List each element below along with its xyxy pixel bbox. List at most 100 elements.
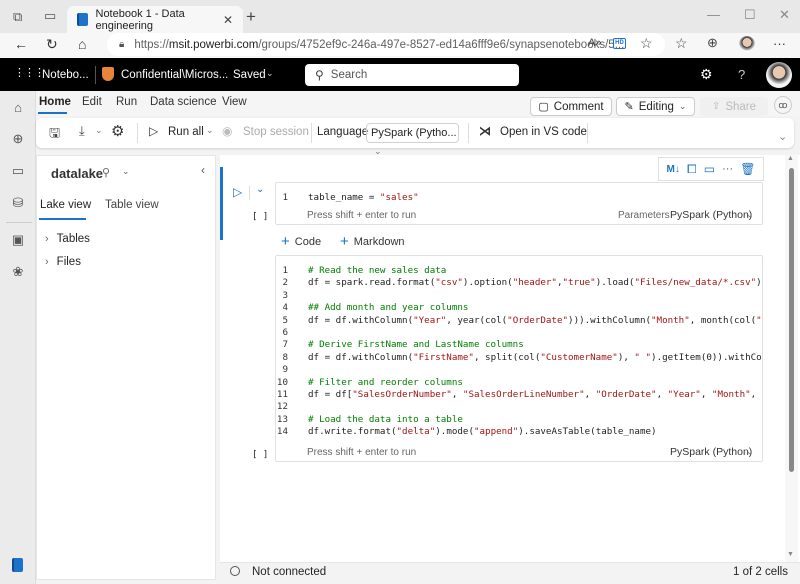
help-icon[interactable]: ? [738,67,745,82]
refresh-icon[interactable]: ↻ [46,36,58,53]
collections-icon[interactable]: ⊕ [707,35,718,51]
stop-session-button[interactable]: Stop session [243,126,309,138]
favorite-add-icon[interactable]: ☆ [640,35,653,52]
scroll-up-icon[interactable]: ▲ [787,155,794,162]
code-line[interactable]: 7 # Derive FirstName and LastName columns [276,339,762,351]
scrollbar-thumb[interactable] [789,168,794,472]
more-options-icon[interactable]: ··· [722,163,733,175]
tab-view[interactable]: View [222,96,247,108]
run-all-chevron-icon[interactable]: ⌄ [206,125,214,136]
workspaces-icon[interactable]: ⧉ [13,9,22,25]
browser-tab[interactable]: Notebook 1 - Data engineering ✕ [67,6,243,33]
add-comment-icon[interactable]: ▭ [704,162,715,176]
collapse-explorer-icon[interactable]: ‹ [201,163,205,177]
code-line[interactable]: 1 # Read the new sales data [276,265,762,277]
line-number: 5 [282,314,288,326]
code-line[interactable]: 10 # Filter and reorder columns [276,377,762,389]
cell-language[interactable]: PySpark (Python) [670,209,752,221]
pin-icon[interactable]: ⚲ [102,166,110,179]
tab-home[interactable]: Home [39,96,71,108]
add-markdown-cell-button[interactable]: + Markdown [340,233,405,250]
code-line[interactable]: 6 [276,327,762,339]
editing-mode-button[interactable]: ✎ Editing ⌄ [616,97,695,116]
settings-gear-icon[interactable]: ⚙ [700,66,713,83]
lakehouse-chevron-icon[interactable]: ⌄ [122,166,130,177]
hd-icon[interactable]: HD [613,38,626,49]
code-editor[interactable]: 1 # Read the new sales data 2 df = spark.re… [276,265,762,439]
code-line[interactable]: 8 df = df.withColumn("FirstName", split(c… [276,352,762,364]
search-input[interactable]: ⚲ Search [305,64,519,86]
download-icon[interactable]: ⤓ [79,123,85,139]
create-nav-icon[interactable]: ⊕ [9,131,27,149]
comment-button[interactable]: ▢ Comment [530,97,612,116]
code-line[interactable]: 9 [276,364,762,376]
read-aloud-icon[interactable]: A» [588,37,601,49]
people-icon[interactable]: ꝏ [774,96,792,114]
code-line[interactable]: 13 # Load the data into a table [276,414,762,426]
code-line[interactable]: 11 df = df["SalesOrderNumber", "SalesOrde… [276,389,762,401]
cell-chevron-icon[interactable]: ⌄ [256,184,264,195]
home-icon[interactable]: ⌂ [78,36,86,52]
code-line[interactable]: 5 df = df.withColumn("Year", year(col("Or… [276,314,762,327]
scroll-down-icon[interactable]: ▼ [787,551,794,558]
code-line[interactable]: 1 table_name = "sales" [276,192,418,204]
code-line[interactable]: 3 [276,290,762,302]
code-line[interactable]: 4 ## Add month and year columns [276,302,762,314]
url-field[interactable]: 🔒︎ https://msit.powerbi.com/groups/4752e… [107,33,665,56]
new-tab-button[interactable]: + [246,7,256,27]
cell-language-chevron-icon[interactable]: ⌄ [746,446,754,457]
code-cell[interactable]: 1 table_name = "sales" Press shift + ente… [275,182,763,225]
close-window-button[interactable]: ✕ [779,7,790,23]
close-tab-icon[interactable]: ✕ [223,13,233,27]
tab-actions-icon[interactable]: ▭ [44,8,56,24]
tree-item-files[interactable]: › Files [45,256,81,268]
save-status-chevron-icon[interactable]: ⌄ [266,68,274,79]
lakehouse-name[interactable]: datalake [51,166,103,181]
save-status[interactable]: Saved [233,69,266,81]
cell-language[interactable]: PySpark (Python) [670,446,752,458]
code-cell[interactable]: 1 # Read the new sales data 2 df = spark.re… [275,255,763,462]
markdown-toggle-icon[interactable]: M↓ [667,164,680,175]
home-nav-icon[interactable]: ⌂ [9,100,27,118]
ribbon-collapse-chevron-icon[interactable]: ⌄ [778,130,787,143]
app-launcher-icon[interactable]: ⋮⋮⋮ [14,66,45,79]
monitoring-icon[interactable]: ▣ [9,232,27,250]
back-icon[interactable]: ← [14,36,28,52]
code-line[interactable]: 14 df.write.format("delta").mode("append"… [276,426,762,438]
add-code-cell-button[interactable]: + Code [281,233,321,250]
notebook-name[interactable]: Notebo... [42,69,89,81]
code-line[interactable]: 12 [276,401,762,413]
parameters-tag[interactable]: Parameters [618,210,670,221]
tab-lake-view[interactable]: Lake view [40,199,91,211]
tab-edit[interactable]: Edit [82,96,102,108]
favorites-icon[interactable]: ☆ [675,35,688,52]
tab-run[interactable]: Run [116,96,137,108]
minimize-button[interactable]: — [707,7,720,22]
language-select[interactable]: PySpark (Pytho... ⌄ [366,123,459,156]
profile-avatar[interactable] [739,36,755,52]
workspace-icon[interactable]: ❀ [9,264,27,282]
run-cell-icon[interactable]: ▷ [233,185,242,199]
notebook-experience-icon[interactable] [12,558,23,572]
browser-menu-button[interactable]: ··· [773,36,786,51]
notebook-settings-icon[interactable]: ⚙ [111,122,124,140]
download-chevron-icon[interactable]: ⌄ [95,125,103,136]
data-hub-icon[interactable]: ⛁ [9,195,27,213]
cell-language-chevron-icon[interactable]: ⌄ [746,209,754,220]
maximize-button[interactable]: ☐ [744,7,756,23]
open-in-vscode-button[interactable]: Open in VS code [500,126,587,138]
user-avatar[interactable] [766,62,792,88]
code-line[interactable]: 2 df = spark.read.format("csv").option("h… [276,277,762,289]
sensitivity-label[interactable]: Confidential\Micros... [121,69,228,81]
tree-item-tables[interactable]: › Tables [45,233,90,245]
delete-cell-icon[interactable]: 🗑︎ [740,162,755,176]
tab-table-view[interactable]: Table view [105,199,159,211]
share-button[interactable]: ⇪ Share [700,97,768,116]
tab-data-science[interactable]: Data science [150,96,216,108]
run-all-button[interactable]: Run all [168,126,204,138]
code-editor[interactable]: 1 table_name = "sales" [276,192,418,204]
browse-folder-icon[interactable]: ▭ [9,163,27,181]
connection-status[interactable]: Not connected [252,566,326,578]
clear-output-icon[interactable]: ⧠ [687,162,697,177]
save-edit-icon[interactable]: 🖫︎ [49,124,60,146]
